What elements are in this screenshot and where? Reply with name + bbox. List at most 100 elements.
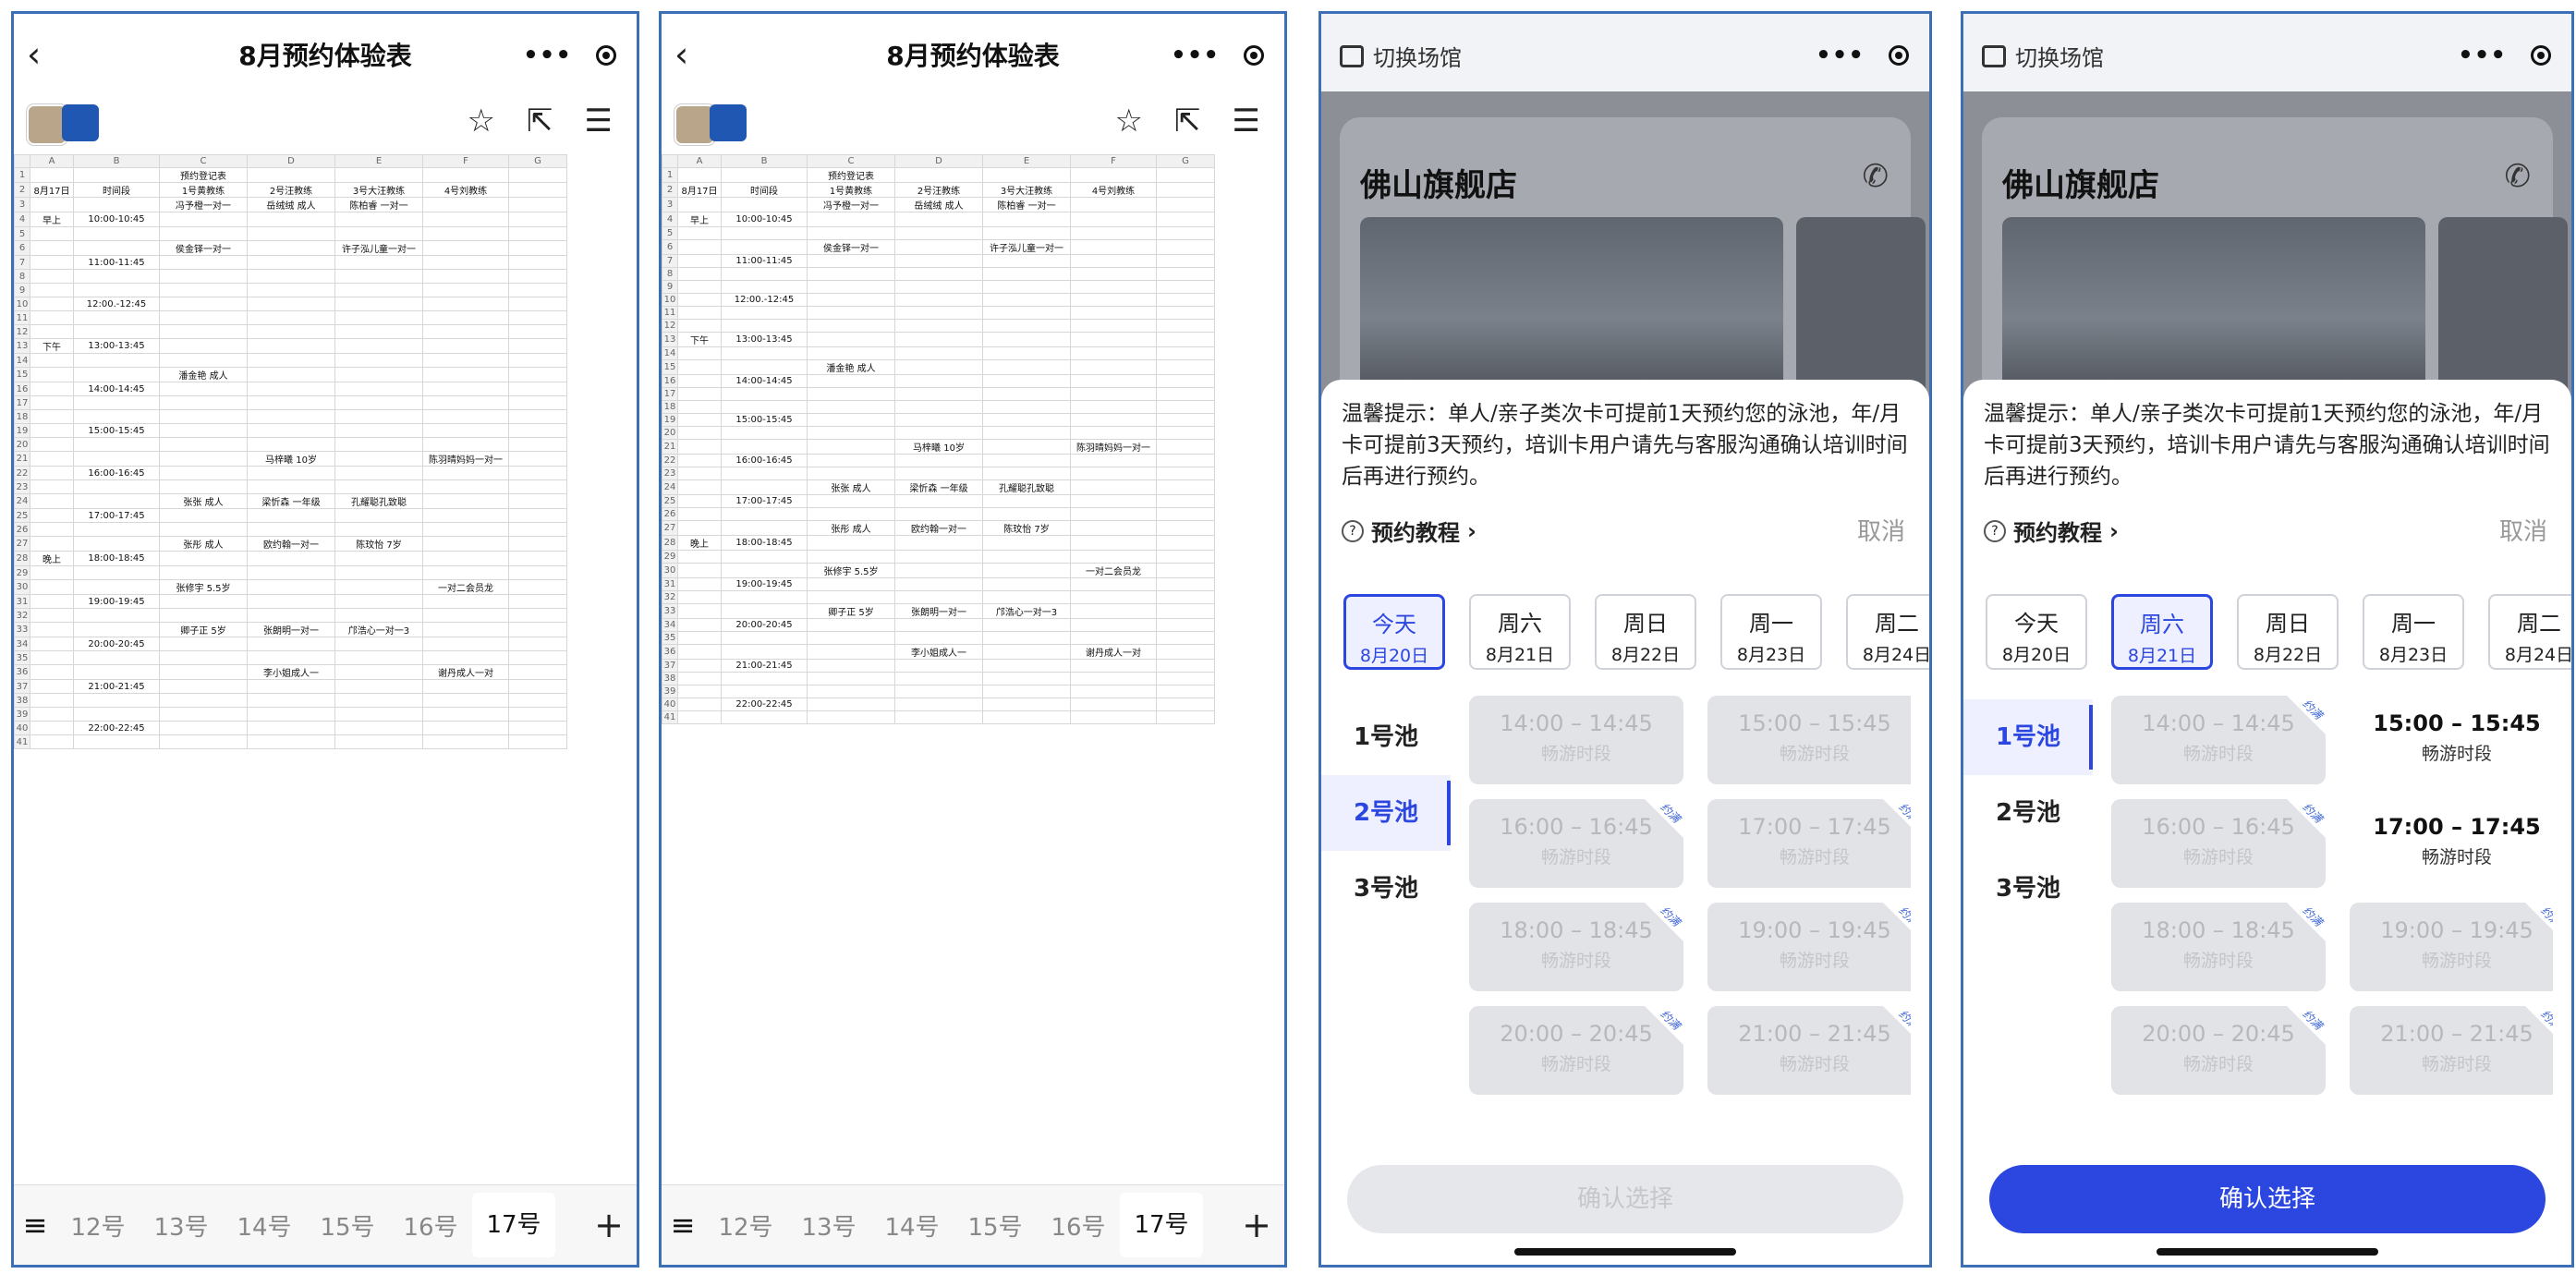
row-number[interactable]: 27	[662, 520, 678, 536]
sheet-cell[interactable]: 13:00-13:45	[721, 332, 808, 347]
sheet-cell[interactable]	[422, 297, 509, 311]
sheet-cell[interactable]	[982, 618, 1071, 632]
sheet-cell[interactable]	[159, 466, 248, 480]
sheet-cell[interactable]	[1156, 359, 1215, 375]
sheet-cell[interactable]	[334, 637, 423, 651]
sheet-cell[interactable]	[1156, 603, 1215, 619]
sheet-cell[interactable]	[1070, 359, 1157, 375]
row-number[interactable]: 7	[662, 254, 678, 268]
sheet-cell[interactable]	[1156, 280, 1215, 294]
sheet-cell[interactable]	[334, 693, 423, 708]
row-number[interactable]: 6	[14, 240, 30, 256]
sheet-cell[interactable]	[422, 269, 509, 284]
cancel-button[interactable]: 取消	[2499, 513, 2547, 547]
sheet-cell[interactable]	[1156, 577, 1215, 591]
row-number[interactable]: 16	[662, 374, 678, 388]
sheet-cell[interactable]	[508, 395, 567, 410]
sheet-cell[interactable]	[721, 306, 808, 320]
sheet-cell[interactable]	[1156, 439, 1215, 455]
row-number[interactable]: 4	[662, 212, 678, 227]
sheet-cell[interactable]	[30, 608, 74, 623]
sheet-cell[interactable]	[677, 603, 722, 619]
row-number[interactable]: 24	[14, 493, 30, 509]
sheet-cell[interactable]	[721, 280, 808, 294]
row-number[interactable]: 19	[662, 413, 678, 427]
row-number[interactable]: 4	[14, 212, 30, 227]
sheet-cell[interactable]	[30, 479, 74, 494]
sheet-cell[interactable]	[334, 167, 423, 183]
sheet-cell[interactable]	[1156, 374, 1215, 388]
sheet-cell[interactable]	[982, 212, 1071, 227]
sheet-cell[interactable]	[30, 594, 74, 609]
sheet-cell[interactable]	[247, 240, 335, 256]
day-option[interactable]: 今天 8月20日	[1343, 594, 1445, 670]
tab-13[interactable]: 13号	[787, 1208, 870, 1243]
sheet-cell[interactable]	[422, 693, 509, 708]
sheet-cell[interactable]	[159, 297, 248, 311]
more-icon[interactable]: •••	[1816, 42, 1865, 69]
sheet-cell[interactable]	[1070, 280, 1157, 294]
sheet-cell[interactable]	[721, 710, 808, 724]
sheet-cell[interactable]	[807, 413, 895, 427]
tab-17[interactable]: 17号	[472, 1193, 555, 1257]
sheet-cell[interactable]	[30, 226, 74, 241]
sheet-cell[interactable]: 冯予橙一对一	[807, 197, 895, 212]
sheet-cell[interactable]	[247, 594, 335, 609]
tab-13[interactable]: 13号	[140, 1208, 223, 1243]
row-number[interactable]: 35	[662, 631, 678, 645]
sheet-cell[interactable]	[982, 672, 1071, 685]
sheet-cell[interactable]	[677, 359, 722, 375]
sheet-cell[interactable]	[1156, 226, 1215, 240]
sheet-cell[interactable]: 2号汪教练	[894, 182, 983, 198]
sheet-cell[interactable]	[677, 659, 722, 673]
column-header[interactable]: A	[677, 154, 722, 168]
column-header[interactable]: G	[508, 154, 567, 168]
sheet-cell[interactable]	[807, 710, 895, 724]
sheet-cell[interactable]	[159, 324, 248, 339]
confirm-button[interactable]: 确认选择	[1989, 1165, 2546, 1233]
sheet-cell[interactable]	[30, 310, 74, 325]
sheet-cell[interactable]	[73, 650, 160, 665]
sheet-cell[interactable]	[1156, 413, 1215, 427]
sheet-cell[interactable]	[422, 508, 509, 523]
sheet-cell[interactable]	[422, 423, 509, 438]
sheet-cell[interactable]	[159, 409, 248, 424]
sheet-cell[interactable]	[807, 426, 895, 440]
star-icon[interactable]: ☆	[1115, 103, 1143, 140]
sheet-cell[interactable]	[159, 283, 248, 297]
sheet-cell[interactable]	[73, 353, 160, 368]
sheet-cell[interactable]	[508, 197, 567, 212]
sheet-cell[interactable]	[982, 494, 1071, 508]
sheet-cell[interactable]	[247, 734, 335, 749]
row-number[interactable]: 27	[14, 536, 30, 552]
sheet-cell[interactable]	[30, 255, 74, 270]
sheet-cell[interactable]	[807, 374, 895, 388]
row-number[interactable]: 11	[14, 310, 30, 325]
row-number[interactable]: 23	[14, 479, 30, 494]
row-number[interactable]: 5	[662, 226, 678, 240]
column-header[interactable]: F	[1070, 154, 1157, 168]
sheet-cell[interactable]	[73, 310, 160, 325]
tab-16[interactable]: 16号	[389, 1208, 472, 1243]
row-number[interactable]: 25	[14, 508, 30, 523]
time-slot[interactable]: 15:00 – 15:45 畅游时段	[1707, 696, 1911, 784]
sheet-cell[interactable]: 11:00-11:45	[721, 254, 808, 268]
sheet-cell[interactable]	[807, 454, 895, 467]
sheet-cell[interactable]: 张彤 成人	[807, 520, 895, 536]
sheet-cell[interactable]	[721, 507, 808, 521]
row-number[interactable]: 1	[14, 167, 30, 183]
sheet-cell[interactable]	[721, 387, 808, 401]
sheet-cell[interactable]	[807, 254, 895, 268]
sheet-cell[interactable]	[334, 226, 423, 241]
sheet-cell[interactable]	[894, 550, 983, 564]
menu-icon[interactable]: ☰	[1233, 103, 1260, 140]
column-header[interactable]: B	[721, 154, 808, 168]
sheet-cell[interactable]: 潘金艳 成人	[807, 359, 895, 375]
sheet-cell[interactable]	[159, 508, 248, 523]
sheet-cell[interactable]	[30, 283, 74, 297]
sheet-cell[interactable]	[677, 293, 722, 307]
sheet-cell[interactable]	[30, 367, 74, 382]
sheet-cell[interactable]	[1156, 293, 1215, 307]
sheet-cell[interactable]: 21:00-21:45	[73, 679, 160, 694]
sheet-cell[interactable]	[677, 467, 722, 480]
